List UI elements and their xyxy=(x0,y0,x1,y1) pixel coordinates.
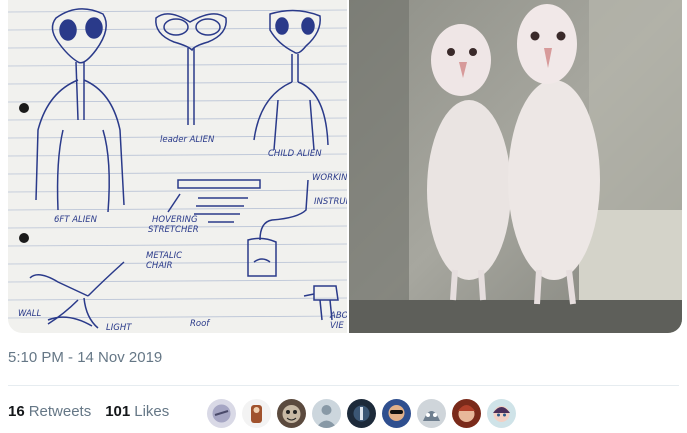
likes-label: Likes xyxy=(134,403,170,420)
sketch-label-instrument: INSTRUM xyxy=(314,197,347,207)
liker-avatars xyxy=(207,399,516,428)
sketch-label-roof: Roof xyxy=(190,319,211,329)
avatar-5-icon[interactable] xyxy=(347,399,376,428)
owl-chicks-photo[interactable] xyxy=(349,0,682,333)
sketch-label-light: LIGHT xyxy=(106,323,132,333)
avatar-4-icon[interactable] xyxy=(312,399,341,428)
retweets-count: 16 xyxy=(8,403,25,420)
sketch-label-stretcher: STRETCHER xyxy=(148,225,199,235)
avatar-7-icon[interactable] xyxy=(417,399,446,428)
stats-divider xyxy=(8,385,679,386)
retweets-stat[interactable]: 16 Retweets xyxy=(8,403,91,420)
avatar-3-icon[interactable] xyxy=(277,399,306,428)
tweet-timestamp[interactable]: 5:10 PM - 14 Nov 2019 xyxy=(8,349,162,366)
sketch-label-view: VIE xyxy=(330,321,344,331)
likes-count: 101 xyxy=(105,403,131,420)
avatar-9-icon[interactable] xyxy=(487,399,516,428)
alien-sketch-photo[interactable]: leader ALIEN CHILD ALIEN 6FT ALIEN HOVER… xyxy=(8,0,347,333)
sketch-label-chair: CHAIR xyxy=(146,261,173,271)
avatar-2-icon[interactable] xyxy=(242,399,271,428)
sketch-label-working: WORKING xyxy=(312,173,347,183)
sketch-label-6ft: 6FT ALIEN xyxy=(54,215,98,225)
sketch-label-leader: leader ALIEN xyxy=(160,135,215,145)
avatar-1-icon[interactable] xyxy=(207,399,236,428)
avatar-8-icon[interactable] xyxy=(452,399,481,428)
sketch-label-child: CHILD ALIEN xyxy=(268,149,322,159)
sketch-label-above: ABO xyxy=(329,311,347,321)
avatar-6-icon[interactable] xyxy=(382,399,411,428)
tweet-media: leader ALIEN CHILD ALIEN 6FT ALIEN HOVER… xyxy=(8,0,682,333)
retweets-label: Retweets xyxy=(28,403,92,420)
sketch-label-metallic: METALIC xyxy=(146,251,182,261)
likes-stat[interactable]: 101 Likes xyxy=(105,403,169,420)
tweet-stats: 16 Retweets 101 Likes xyxy=(8,403,183,420)
sketch-label-wall: WALL xyxy=(18,309,42,319)
sketch-label-hovering: HOVERING xyxy=(152,215,198,225)
